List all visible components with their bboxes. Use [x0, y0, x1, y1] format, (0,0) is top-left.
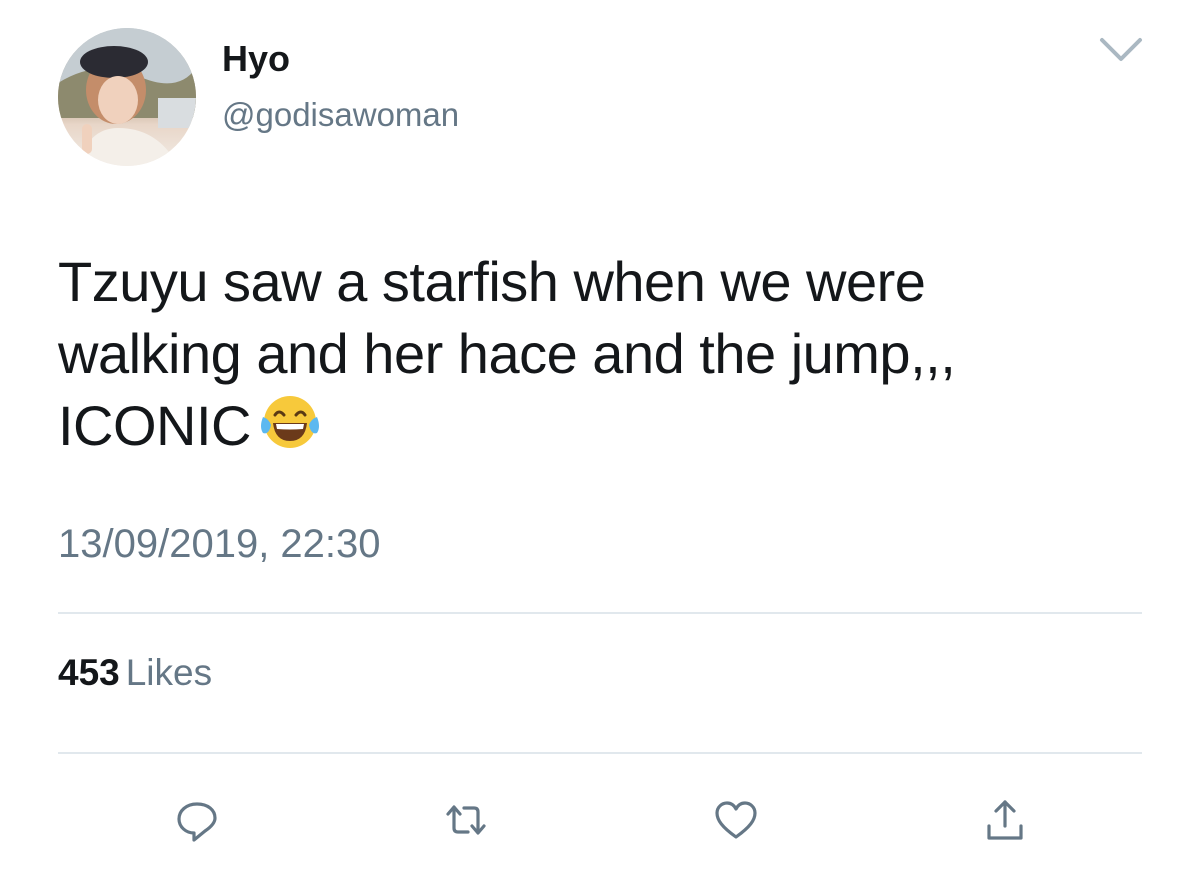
tweet-text-line: walking and her hace and the jump,,, — [58, 322, 956, 385]
tweet-timestamp[interactable]: 13/09/2019, 22:30 — [58, 522, 381, 567]
tweet-text-line: Tzuyu saw a starfish when we were — [58, 250, 926, 313]
chevron-down-icon[interactable] — [1098, 32, 1144, 66]
action-bar — [0, 790, 1200, 850]
reply-icon — [177, 802, 217, 842]
face-with-tears-of-joy-icon — [259, 393, 321, 451]
user-handle[interactable]: @godisawoman — [222, 96, 459, 134]
likes-stat[interactable]: 453 Likes — [58, 652, 212, 694]
tweet-text-word: ICONIC — [58, 394, 252, 457]
tweet-text-line: ICONIC — [58, 390, 1138, 462]
avatar[interactable] — [58, 28, 196, 166]
retweet-button[interactable] — [436, 790, 496, 850]
retweet-icon — [446, 805, 486, 835]
share-icon — [987, 800, 1023, 840]
display-name[interactable]: Hyo — [222, 38, 290, 80]
tweet-text: Tzuyu saw a starfish when we were walkin… — [58, 246, 1138, 462]
heart-icon — [715, 801, 757, 839]
avatar-photo — [58, 28, 196, 166]
likes-label: Likes — [125, 652, 213, 693]
divider — [58, 752, 1142, 754]
reply-button[interactable] — [167, 790, 227, 850]
likes-count: 453 — [58, 652, 120, 693]
share-button[interactable] — [975, 790, 1035, 850]
like-button[interactable] — [706, 790, 766, 850]
divider — [58, 612, 1142, 614]
